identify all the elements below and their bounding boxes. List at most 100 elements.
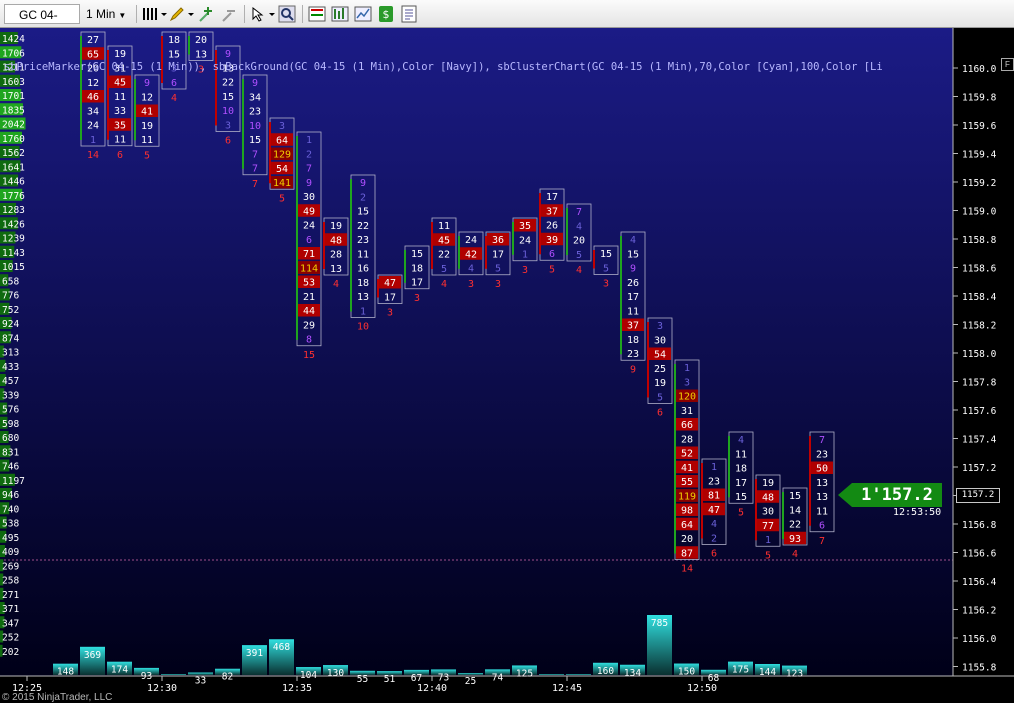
cluster-cell-value: 19: [330, 221, 342, 232]
magnifier-button[interactable]: [278, 5, 296, 23]
cluster-cell-value: 7: [252, 164, 258, 175]
cursor-button[interactable]: [250, 5, 276, 23]
chart-panel[interactable]: 1424 1706 1211 1603 1701 1835 2042 1760 1562 1641…: [0, 28, 1014, 703]
cluster-cell-value: 17: [411, 278, 423, 289]
zoom-out-button[interactable]: [221, 5, 239, 23]
price-tick-label: 1159.2: [962, 178, 996, 189]
time-tick-label: 12:40: [417, 683, 447, 694]
volume-profile-label: 874: [2, 333, 19, 344]
price-tick-label: 1158.8: [962, 235, 997, 246]
cluster-cell-value: 9: [306, 178, 312, 189]
indicators-button[interactable]: [331, 5, 349, 23]
volume-bar-label: 391: [246, 648, 263, 659]
cluster-cell-value: 41: [681, 463, 693, 474]
cluster-cell-value: 8: [306, 335, 312, 346]
volume-profile-label: 740: [2, 504, 19, 515]
cluster-cell-value: 77: [762, 521, 774, 532]
price-tick-label: 1160.0: [962, 64, 997, 75]
cluster-delta: 15: [303, 350, 315, 361]
zoom-in-icon: [199, 7, 212, 22]
cluster-cell-value: 93: [789, 534, 801, 545]
cluster-cell-value: 1: [306, 135, 312, 146]
volume-profile-label: 457: [2, 376, 19, 387]
cluster-cell-value: 16: [357, 264, 369, 275]
instrument-selector[interactable]: GC 04-15▼: [4, 4, 80, 42]
price-tick-label: 1158.4: [962, 292, 997, 303]
interval-selector[interactable]: 1 Min ▼: [84, 4, 134, 24]
bar-type-button[interactable]: [141, 5, 167, 23]
cluster-cell-value: 30: [654, 335, 666, 346]
volume-bar-label: 25: [465, 676, 476, 687]
cluster-cell-value: 7: [306, 164, 312, 175]
cluster-delta: 4: [441, 279, 447, 290]
zoom-out-icon: [222, 10, 235, 22]
cluster-cell-value: 39: [546, 235, 558, 246]
price-tick-label: 1155.8: [962, 663, 997, 674]
cluster-cell-value: 50: [816, 464, 828, 475]
cluster-cell-value: 5: [576, 250, 582, 261]
drawing-pencil-icon: [169, 7, 194, 22]
cluster-cell-value: 23: [627, 349, 639, 360]
cluster-cell-value: 20: [681, 534, 693, 545]
cluster-cell-value: 11: [627, 306, 639, 317]
cluster-cell-value: 5: [495, 264, 501, 275]
chart-float-button[interactable]: F: [1001, 58, 1014, 71]
cluster-cell-value: 10: [222, 106, 234, 117]
order-button[interactable]: $: [377, 5, 395, 23]
cluster-cell-value: 17: [492, 249, 504, 260]
cluster-cell-value: 119: [678, 491, 696, 502]
volume-profile-label: 371: [2, 604, 19, 615]
cluster-cell-value: 4: [468, 264, 474, 275]
cluster-cell-value: 15: [222, 92, 234, 103]
properties-button[interactable]: [400, 5, 418, 23]
cluster-cell-value: 23: [708, 476, 720, 487]
cluster-cell-value: 23: [249, 107, 261, 118]
zoom-in-button[interactable]: [198, 5, 216, 23]
time-tick-label: 12:45: [552, 683, 582, 694]
volume-profile-label: 313: [2, 348, 19, 359]
cluster-cell-value: 20: [195, 35, 207, 46]
cluster-cell-value: 18: [735, 464, 747, 475]
cluster-cell-value: 4: [576, 221, 582, 232]
copyright-text: © 2015 NinjaTrader, LLC: [2, 692, 113, 703]
cluster-cell-value: 81: [708, 491, 720, 502]
volume-profile-label: 1426: [2, 219, 25, 230]
volume-profile-label: 258: [2, 576, 19, 587]
cluster-cell-value: 52: [681, 449, 693, 460]
cluster-cell-value: 44: [303, 306, 315, 317]
cluster-cell-value: 34: [87, 106, 99, 117]
cluster-cell-value: 7: [576, 207, 582, 218]
volume-profile-label: 347: [2, 618, 19, 629]
volume-bar-label: 150: [678, 667, 695, 678]
drawing-tool-button[interactable]: [169, 5, 195, 23]
price-tick-label: 1159.0: [962, 207, 997, 218]
chart-trader-button[interactable]: [308, 5, 326, 23]
cluster-delta: 6: [657, 408, 663, 419]
cluster-delta: 3: [522, 265, 528, 276]
cluster-delta: 6: [711, 549, 717, 560]
volume-profile-label: 202: [2, 647, 19, 658]
cluster-cell-value: 13: [330, 264, 342, 275]
price-tick-label: 1157.2: [962, 463, 996, 474]
volume-bar-label: 160: [597, 666, 614, 677]
cluster-delta: 3: [603, 279, 609, 290]
strategies-button[interactable]: [354, 5, 372, 23]
cluster-cell-value: 17: [735, 478, 747, 489]
cluster-chart-canvas[interactable]: 1424170612111603170118352042176015621641…: [0, 28, 1014, 703]
cluster-cell-value: 7: [819, 435, 825, 446]
cluster-cell-value: 18: [627, 335, 639, 346]
cluster-delta: 7: [252, 179, 258, 190]
volume-bar-label: 130: [327, 668, 344, 679]
volume-profile-label: 1143: [2, 248, 25, 259]
volume-profile-label: 1197: [2, 476, 25, 487]
volume-profile-label: 1706: [2, 48, 25, 59]
cluster-cell-value: 5: [441, 264, 447, 275]
cluster-cell-value: 54: [276, 164, 288, 175]
volume-bar-label: 82: [222, 672, 233, 683]
price-tick-label: 1156.0: [962, 634, 997, 645]
cluster-delta: 14: [87, 150, 99, 161]
cluster-cell-value: 13: [357, 292, 369, 303]
volume-bar-label: 73: [438, 672, 449, 683]
volume-profile-label: 433: [2, 362, 19, 373]
volume-bar-label: 125: [516, 668, 533, 679]
